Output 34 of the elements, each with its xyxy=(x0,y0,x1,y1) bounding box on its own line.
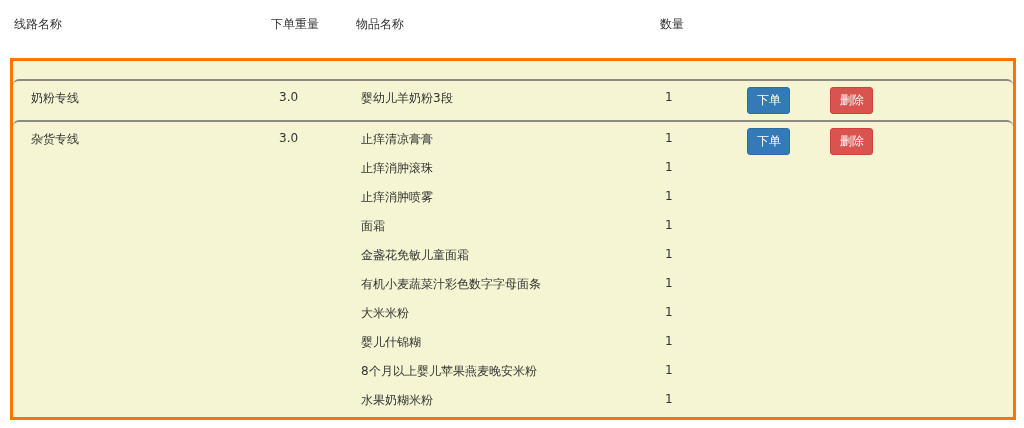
item-quantity: 1 xyxy=(665,218,673,232)
item-name: 面霜 xyxy=(361,218,386,235)
item-name: 8个月以上婴儿苹果燕麦晚安米粉 xyxy=(361,363,538,380)
order-button[interactable]: 下单 xyxy=(747,128,790,155)
item-quantity: 1 xyxy=(665,247,673,261)
order-weight: 3.0 xyxy=(279,131,299,145)
item-quantity: 1 xyxy=(665,305,673,319)
item-quantity: 1 xyxy=(665,363,673,377)
item-quantity: 1 xyxy=(665,189,673,203)
item-quantity: 1 xyxy=(665,276,673,290)
item-name: 婴幼儿羊奶粉3段 xyxy=(361,90,454,107)
column-header: 数量 xyxy=(660,15,684,33)
column-header: 下单重量 xyxy=(271,15,320,33)
item-quantity: 1 xyxy=(665,334,673,348)
column-header: 线路名称 xyxy=(14,15,63,33)
route-name: 杂货专线 xyxy=(31,132,79,146)
delete-button[interactable]: 删除 xyxy=(830,87,873,114)
order-weight: 3.0 xyxy=(279,90,299,104)
item-quantity: 1 xyxy=(665,90,673,104)
item-name: 止痒清凉膏膏 xyxy=(361,131,434,148)
item-name: 大米米粉 xyxy=(361,305,410,322)
delete-button[interactable]: 删除 xyxy=(830,128,873,155)
item-quantity: 1 xyxy=(665,131,673,145)
item-name: 金盏花免敏儿童面霜 xyxy=(361,247,470,264)
item-name: 止痒消肿滚珠 xyxy=(361,160,434,177)
order-button[interactable]: 下单 xyxy=(747,87,790,114)
item-name: 水果奶糊米粉 xyxy=(361,392,434,409)
item-quantity: 1 xyxy=(665,160,673,174)
item-name: 止痒消肿喷雾 xyxy=(361,189,434,206)
column-header: 物品名称 xyxy=(356,15,405,33)
item-name: 有机小麦蔬菜汁彩色数字字母面条 xyxy=(361,276,542,293)
item-name: 婴儿什锦糊 xyxy=(361,334,422,351)
item-quantity: 1 xyxy=(665,392,673,406)
route-name: 奶粉专线 xyxy=(31,91,79,105)
